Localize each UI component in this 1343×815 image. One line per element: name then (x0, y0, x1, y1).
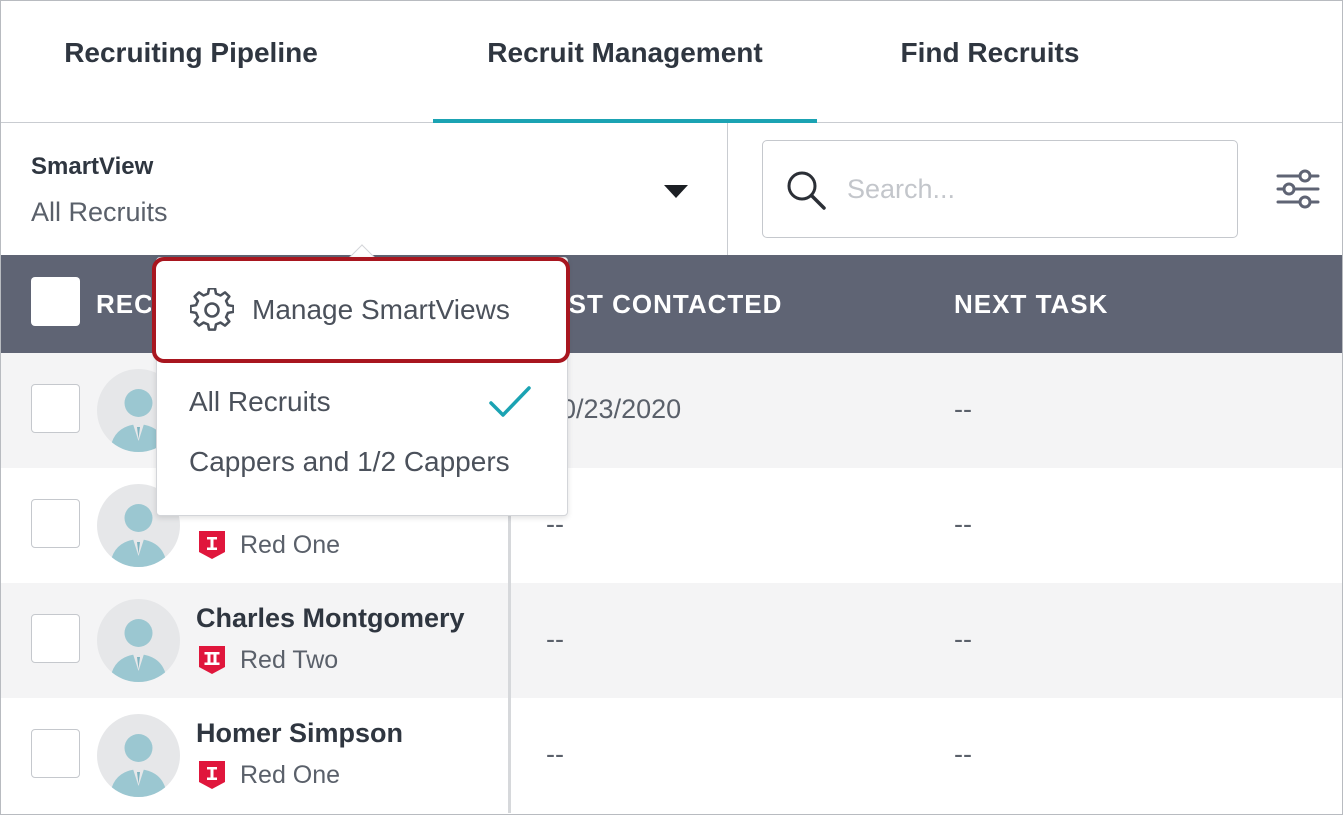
next-task-cell: -- (954, 624, 972, 654)
tab-recruit-management[interactable]: Recruit Management (433, 1, 817, 123)
tab-bar: Recruiting Pipeline Recruit Management F… (1, 1, 1342, 123)
smartview-option-cappers[interactable]: Cappers and 1/2 Cappers (189, 446, 510, 478)
recruit-name[interactable]: Charles Montgomery (196, 603, 476, 634)
avatar (97, 599, 180, 682)
next-task-cell: -- (954, 509, 972, 539)
recruit-level: Red One (198, 760, 340, 790)
app-frame: Recruiting Pipeline Recruit Management F… (0, 0, 1343, 815)
level-one-badge-icon (199, 761, 225, 789)
recruit-name[interactable]: Homer Simpson (196, 718, 476, 749)
checkmark-icon (489, 386, 531, 417)
header-recruit[interactable]: RECRUIT (96, 289, 151, 320)
person-icon (110, 619, 167, 682)
header-next-task[interactable]: NEXT TASK (954, 289, 1108, 320)
row-checkbox[interactable] (31, 499, 80, 548)
row-checkbox[interactable] (31, 384, 80, 433)
avatar (97, 714, 180, 797)
smartview-label: SmartView (31, 153, 154, 180)
column-divider (508, 583, 511, 698)
column-divider (508, 698, 511, 813)
search-input[interactable] (847, 165, 1217, 213)
manage-smartviews-label: Manage SmartViews (252, 294, 510, 325)
gear-icon (190, 288, 234, 331)
manage-smartviews-button[interactable]: Manage SmartViews (152, 257, 570, 363)
smartview-value: All Recruits (31, 197, 168, 227)
level-label: Red One (240, 530, 341, 559)
table-row[interactable]: Homer Simpson Red One -- -- (1, 698, 1342, 813)
level-label: Red Two (240, 645, 339, 674)
row-checkbox[interactable] (31, 729, 80, 778)
select-all-checkbox[interactable] (31, 277, 80, 326)
tab-find-recruits[interactable]: Find Recruits (861, 1, 1119, 122)
search-icon (787, 171, 826, 210)
tab-label: Recruit Management (487, 37, 763, 68)
tab-recruiting-pipeline[interactable]: Recruiting Pipeline (31, 1, 351, 122)
next-task-cell: -- (954, 394, 972, 424)
recruit-level: Red One (198, 530, 340, 560)
next-task-cell: -- (954, 739, 972, 769)
caret-down-icon[interactable] (664, 185, 688, 198)
header-last-contacted[interactable]: LAST CONTACTED (532, 289, 912, 320)
recruit-level: Red Two (198, 645, 338, 675)
smartview-option-all-recruits[interactable]: All Recruits (189, 386, 331, 418)
filter-settings-icon[interactable] (1275, 167, 1321, 211)
search-box (762, 140, 1238, 238)
level-two-badge-icon (199, 646, 225, 674)
level-one-badge-icon (199, 531, 225, 559)
filter-bar: SmartView All Recruits (1, 123, 1342, 255)
table-row[interactable]: Charles Montgomery Red Two -- -- (1, 583, 1342, 698)
person-icon (110, 734, 167, 797)
level-label: Red One (240, 760, 341, 789)
last-contacted-cell: -- (546, 624, 564, 654)
row-checkbox[interactable] (31, 614, 80, 663)
smartview-select[interactable]: SmartView All Recruits (1, 123, 728, 255)
last-contacted-cell: -- (546, 739, 564, 769)
